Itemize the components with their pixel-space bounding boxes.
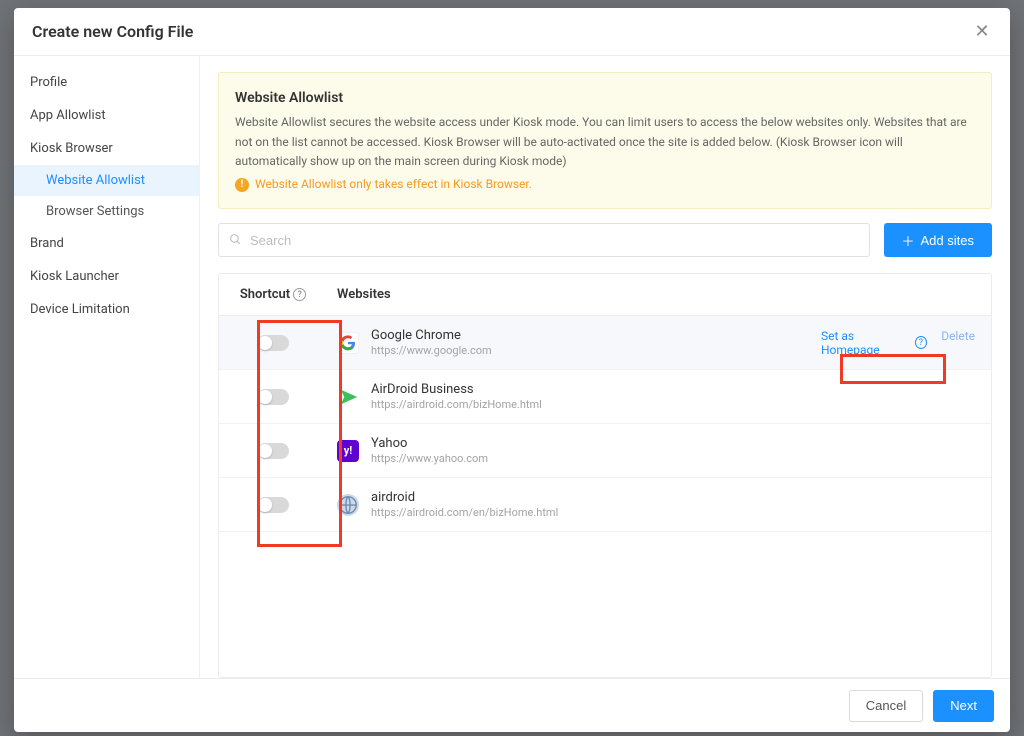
shortcut-toggle[interactable]	[257, 335, 289, 351]
sidebar-item-kiosk-launcher[interactable]: Kiosk Launcher	[14, 260, 199, 293]
header-websites: Websites	[327, 287, 821, 302]
site-name: AirDroid Business	[371, 382, 542, 397]
help-icon[interactable]: ?	[293, 288, 306, 301]
delete-link[interactable]: Delete	[941, 329, 975, 357]
google-icon	[337, 332, 359, 354]
site-url: https://www.google.com	[371, 344, 492, 357]
content-area: Website Allowlist Website Allowlist secu…	[200, 56, 1010, 678]
info-warning-text: Website Allowlist only takes effect in K…	[255, 175, 532, 194]
site-name: Yahoo	[371, 436, 488, 451]
shortcut-toggle[interactable]	[257, 443, 289, 459]
sidebar-item-brand[interactable]: Brand	[14, 227, 199, 260]
info-title: Website Allowlist	[235, 87, 975, 109]
search-icon	[229, 231, 242, 250]
table-row[interactable]: AirDroid Business https://airdroid.com/b…	[219, 370, 991, 424]
set-homepage-label: Set as Homepage	[821, 329, 912, 357]
modal-body: Profile App Allowlist Kiosk Browser Webs…	[14, 56, 1010, 678]
table-row[interactable]: Google Chrome https://www.google.com Set…	[219, 316, 991, 370]
search-row: ＋ Add sites	[218, 223, 992, 257]
sidebar-item-app-allowlist[interactable]: App Allowlist	[14, 99, 199, 132]
info-warning: ! Website Allowlist only takes effect in…	[235, 175, 975, 194]
airdroid-icon	[337, 386, 359, 408]
sidebar: Profile App Allowlist Kiosk Browser Webs…	[14, 56, 200, 678]
shortcut-toggle[interactable]	[257, 389, 289, 405]
modal-footer: Cancel Next	[14, 678, 1010, 732]
table-header: Shortcut ? Websites	[219, 274, 991, 316]
help-icon: ?	[915, 336, 928, 349]
site-url: https://airdroid.com/en/bizHome.html	[371, 506, 558, 519]
config-modal: Create new Config File ✕ Profile App All…	[14, 8, 1010, 732]
cancel-button[interactable]: Cancel	[849, 690, 923, 722]
sidebar-item-profile[interactable]: Profile	[14, 66, 199, 99]
sidebar-item-browser-settings[interactable]: Browser Settings	[14, 196, 199, 227]
plus-icon: ＋	[902, 231, 915, 250]
sidebar-item-kiosk-browser[interactable]: Kiosk Browser	[14, 132, 199, 165]
search-input[interactable]	[250, 233, 859, 248]
site-url: https://www.yahoo.com	[371, 452, 488, 465]
site-url: https://airdroid.com/bizHome.html	[371, 398, 542, 411]
header-shortcut: Shortcut ?	[219, 287, 327, 302]
yahoo-icon: y!	[337, 440, 359, 462]
next-button[interactable]: Next	[933, 690, 994, 722]
table-row[interactable]: y! Yahoo https://www.yahoo.com	[219, 424, 991, 478]
search-box[interactable]	[218, 223, 870, 257]
info-panel: Website Allowlist Website Allowlist secu…	[218, 72, 992, 209]
table-row[interactable]: airdroid https://airdroid.com/en/bizHome…	[219, 478, 991, 532]
close-icon[interactable]: ✕	[972, 21, 992, 42]
add-sites-label: Add sites	[921, 233, 974, 248]
info-body: Website Allowlist secures the website ac…	[235, 113, 975, 171]
set-homepage-link[interactable]: Set as Homepage ?	[821, 329, 927, 357]
sidebar-item-website-allowlist[interactable]: Website Allowlist	[14, 165, 199, 196]
modal-title: Create new Config File	[32, 22, 193, 41]
site-name: airdroid	[371, 490, 558, 505]
modal-header: Create new Config File ✕	[14, 8, 1010, 56]
add-sites-button[interactable]: ＋ Add sites	[884, 223, 993, 257]
header-shortcut-label: Shortcut	[240, 287, 290, 302]
websites-table: Shortcut ? Websites	[218, 273, 992, 678]
warning-icon: !	[235, 178, 249, 192]
shortcut-toggle[interactable]	[257, 497, 289, 513]
sidebar-item-device-limitation[interactable]: Device Limitation	[14, 293, 199, 326]
site-name: Google Chrome	[371, 328, 492, 343]
globe-icon	[337, 494, 359, 516]
